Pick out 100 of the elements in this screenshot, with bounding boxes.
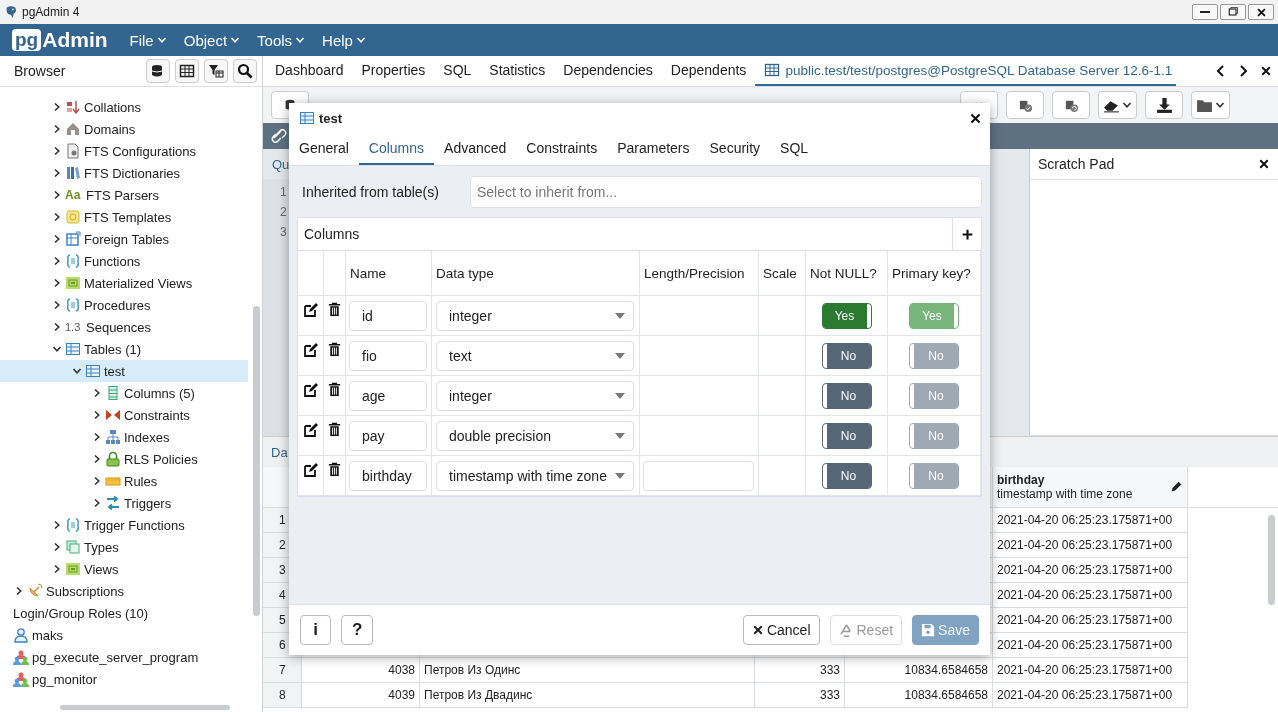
tree-item[interactable]: FTS Dictionaries <box>0 162 248 184</box>
toggle-switch[interactable]: No <box>822 383 871 408</box>
tree-item[interactable]: Constraints <box>0 404 248 426</box>
menu-item[interactable]: File <box>129 31 176 49</box>
tree-item[interactable]: 1.3 Sequences <box>0 316 248 338</box>
tree-item[interactable]: Subscriptions <box>0 580 248 602</box>
tree-item[interactable]: Login/Group Roles (10) <box>0 602 248 624</box>
row-number[interactable]: 8 <box>263 683 302 708</box>
chevron-icon <box>52 168 62 178</box>
tab[interactable]: Dependencies <box>554 56 662 86</box>
selected-tree-item[interactable]: test <box>0 360 248 382</box>
scrollbar[interactable] <box>60 705 230 710</box>
data-type-select[interactable]: text <box>436 340 634 371</box>
toggle-switch[interactable]: No <box>822 423 871 448</box>
tree-item[interactable]: Collations <box>0 96 248 118</box>
scrollbar[interactable] <box>253 306 260 616</box>
tree-item[interactable]: Functions <box>0 250 248 272</box>
view-icon <box>65 275 81 291</box>
search-button[interactable] <box>233 59 257 83</box>
tree-item[interactable]: Foreign Tables <box>0 228 248 250</box>
tab[interactable]: Columns <box>358 133 435 165</box>
tree-item[interactable]: maks <box>0 624 248 646</box>
cancel-button[interactable]: Cancel <box>742 615 820 645</box>
tree-item[interactable]: Materialized Views <box>0 272 248 294</box>
tree-label: FTS Parsers <box>86 187 159 203</box>
minimize-button[interactable] <box>1192 4 1218 20</box>
tree-item[interactable]: pg_monitor <box>0 668 248 690</box>
column-header[interactable]: birthday timestamp with time zone <box>993 467 1188 508</box>
tree-item[interactable]: Aa FTS Parsers <box>0 184 248 206</box>
close-button[interactable] <box>1248 4 1274 20</box>
tree-item[interactable]: Triggers <box>0 492 248 514</box>
menu-item[interactable]: Help <box>322 31 375 49</box>
restore-button[interactable] <box>1220 4 1246 20</box>
query-tool-button[interactable] <box>146 59 170 83</box>
scroll-right-icon[interactable] <box>1238 65 1248 77</box>
tab[interactable]: SQL <box>770 133 819 165</box>
name-field[interactable]: age <box>349 380 427 411</box>
name-field[interactable]: id <box>349 300 427 331</box>
document-gear-icon <box>65 143 81 159</box>
toggle-switch[interactable]: No <box>822 343 871 368</box>
chevron-icon <box>52 124 62 134</box>
filter-table-icon <box>208 63 224 79</box>
view-data-button[interactable] <box>175 59 199 83</box>
tab[interactable]: Qu <box>272 156 290 172</box>
tab[interactable]: Da <box>271 444 288 460</box>
panel-title: Browser <box>14 63 67 79</box>
info-button[interactable]: i <box>300 615 331 645</box>
table-icon <box>85 363 101 379</box>
tab[interactable]: Properties <box>352 56 435 86</box>
tree-label: Domains <box>84 121 136 137</box>
filter-rows-button[interactable] <box>204 59 228 83</box>
download-button[interactable] <box>1145 91 1183 119</box>
scroll-left-icon[interactable] <box>1216 65 1226 77</box>
tree-item[interactable]: FTS Configurations <box>0 140 248 162</box>
tree-label: Types <box>84 539 119 555</box>
toggle-switch[interactable]: No <box>822 463 871 488</box>
name-field[interactable]: pay <box>349 420 427 451</box>
tree-item[interactable]: Types <box>0 536 248 558</box>
data-type-select[interactable]: double precision <box>436 420 634 451</box>
clear-button[interactable] <box>1098 91 1137 119</box>
menu-item[interactable]: Tools <box>257 31 315 49</box>
tab[interactable]: SQL <box>434 56 481 86</box>
tree-item[interactable]: pg_execute_server_program <box>0 646 248 668</box>
tab[interactable]: Constraints <box>516 133 608 165</box>
tab[interactable]: Dashboard <box>266 56 353 86</box>
tree-item[interactable]: Columns (5) <box>0 382 248 404</box>
tab[interactable]: Security <box>699 133 771 165</box>
tree-item[interactable]: Tables (1) <box>0 338 248 360</box>
tab[interactable]: Parameters <box>607 133 700 165</box>
tree-item[interactable]: Indexes <box>0 426 248 448</box>
table-icon <box>299 110 315 126</box>
data-type-select[interactable]: integer <box>436 300 634 331</box>
tab[interactable]: Advanced <box>434 133 517 165</box>
edit-icon <box>302 382 319 398</box>
chevron-icon <box>52 234 62 244</box>
toolbar-button[interactable] <box>1006 91 1044 119</box>
tree-item[interactable]: Trigger Functions <box>0 514 248 536</box>
data-type-select[interactable]: integer <box>436 380 634 411</box>
toolbar-button[interactable] <box>1052 91 1090 119</box>
tree-item[interactable]: Domains <box>0 118 248 140</box>
tree-item[interactable]: RLS Policies <box>0 448 248 470</box>
tab[interactable]: General <box>289 133 359 165</box>
tree-item[interactable]: Rules <box>0 470 248 492</box>
name-field[interactable]: birthday <box>349 460 427 491</box>
macros-button[interactable] <box>1191 91 1230 119</box>
data-type-select[interactable]: timestamp with time zone <box>436 460 634 491</box>
tab[interactable]: Statistics <box>480 56 555 86</box>
name-field[interactable]: fio <box>349 340 427 371</box>
pencil-icon <box>1169 480 1183 494</box>
close-icon <box>1255 6 1267 18</box>
help-button[interactable]: ? <box>341 615 374 645</box>
tree-item[interactable]: FTS Templates <box>0 206 248 228</box>
toggle-switch[interactable]: Yes <box>822 303 871 328</box>
menu-item[interactable]: Object <box>183 31 250 49</box>
tree-item[interactable]: Views <box>0 558 248 580</box>
tab[interactable]: Dependents <box>661 56 756 86</box>
inherit-select-field[interactable]: Select to inherit from... <box>470 176 982 208</box>
row-number[interactable]: 7 <box>263 658 302 683</box>
scrollbar[interactable] <box>1268 515 1275 605</box>
tree-item[interactable]: Procedures <box>0 294 248 316</box>
